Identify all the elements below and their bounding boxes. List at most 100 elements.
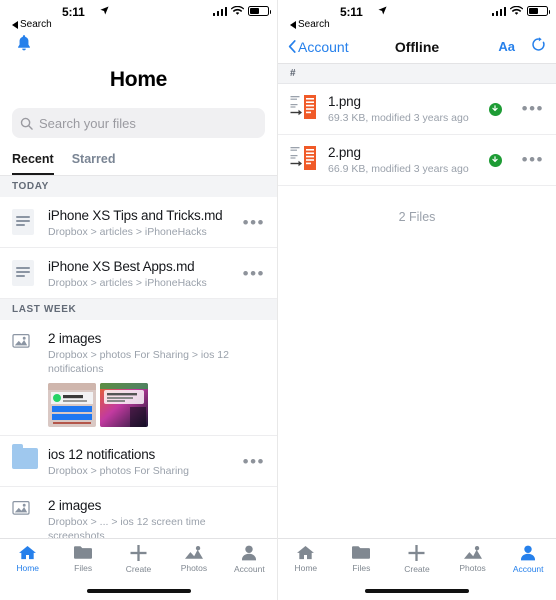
dropbox-home-screen: 5:11 Search Home Search your files Recen…: [0, 0, 278, 600]
tab-photos[interactable]: Photos: [445, 545, 501, 573]
text-size-button[interactable]: Aa: [498, 39, 515, 54]
table-row[interactable]: 1.png 69.3 KB, modified 3 years ago •••: [278, 84, 556, 135]
search-icon: [20, 117, 33, 130]
file-count-footer: 2 Files: [398, 210, 436, 224]
tab-home-label: Home: [16, 563, 40, 573]
tab-account[interactable]: Account: [222, 545, 277, 574]
back-to-account-button[interactable]: Account: [288, 39, 349, 55]
folder-path: Dropbox > photos For Sharing: [48, 465, 189, 477]
tab-home[interactable]: Home: [278, 545, 334, 573]
photos-stack-icon: [12, 330, 38, 353]
battery-icon: [527, 6, 550, 16]
file-name: 2 images: [48, 498, 102, 513]
list-item[interactable]: iPhone XS Tips and Tricks.md Dropbox > a…: [0, 197, 277, 248]
refresh-icon[interactable]: [531, 36, 546, 57]
home-icon: [297, 545, 315, 560]
home-indicator: [365, 589, 469, 593]
file-path: Dropbox > photos For Sharing > ios 12 no…: [48, 349, 229, 375]
home-tabs: Recent Starred: [0, 138, 277, 176]
location-arrow-icon: [378, 6, 387, 18]
bottom-tab-bar: Home Files Create Photos Account: [0, 538, 277, 600]
person-icon: [521, 545, 536, 561]
status-bar-time: 5:11: [340, 5, 363, 19]
list-item-body: iPhone XS Tips and Tricks.md Dropbox > a…: [48, 207, 237, 239]
file-name: 2 images: [48, 331, 102, 346]
list-item[interactable]: iPhone XS Best Apps.md Dropbox > article…: [0, 248, 277, 299]
status-bar-time: 5:11: [62, 5, 85, 19]
overflow-menu-button[interactable]: •••: [237, 453, 265, 470]
png-import-file-icon: [290, 145, 320, 176]
status-bar-back-label: Search: [20, 19, 52, 30]
photos-icon: [463, 546, 482, 559]
overflow-menu-button[interactable]: •••: [237, 265, 265, 282]
thumbnail-whatsapp-notification[interactable]: [48, 383, 96, 427]
list-item[interactable]: 2 images Dropbox > photos For Sharing > …: [0, 320, 277, 436]
tab-photos-label: Photos: [180, 563, 208, 573]
tab-files[interactable]: Files: [334, 545, 390, 573]
file-meta: 66.9 KB, modified 3 years ago: [328, 163, 469, 175]
thumbnail-iphone-xs-wallpaper[interactable]: [100, 383, 148, 427]
list-item-body: ios 12 notifications Dropbox > photos Fo…: [48, 446, 237, 478]
downloaded-offline-icon: [488, 153, 502, 167]
markdown-document-icon: [12, 258, 38, 286]
overflow-menu-button[interactable]: •••: [516, 100, 544, 117]
tab-starred[interactable]: Starred: [72, 152, 116, 175]
tab-create[interactable]: Create: [389, 545, 445, 574]
folder-icon: [74, 546, 93, 559]
status-bar-back-to-search[interactable]: Search: [290, 19, 330, 30]
list-item[interactable]: ios 12 notifications Dropbox > photos Fo…: [0, 436, 277, 487]
nav-actions: Aa: [498, 36, 546, 57]
wifi-icon: [510, 6, 523, 15]
tab-photos[interactable]: Photos: [166, 545, 221, 573]
page-title: Home: [109, 68, 168, 91]
tab-photos-label: Photos: [459, 563, 486, 573]
file-path: Dropbox > articles > iPhoneHacks: [48, 226, 207, 238]
status-bar-indicators: [491, 6, 550, 16]
dropbox-offline-files-screen: 5:11 Search Account Offline Aa # 1.png 6…: [278, 0, 556, 600]
tab-files[interactable]: Files: [55, 545, 110, 573]
section-header-today: TODAY: [0, 176, 277, 197]
status-bar: 5:11 Search: [0, 0, 277, 30]
home-indicator: [86, 589, 191, 593]
table-row[interactable]: 2.png 66.9 KB, modified 3 years ago •••: [278, 135, 556, 186]
folder-icon: [352, 546, 371, 559]
file-name: 2.png: [328, 145, 361, 160]
status-bar-indicators: [212, 6, 271, 16]
tab-recent[interactable]: Recent: [12, 152, 54, 175]
file-name: iPhone XS Best Apps.md: [48, 259, 195, 274]
tab-create-label: Create: [404, 564, 430, 574]
search-placeholder: Search your files: [39, 115, 136, 131]
table-row-body: 1.png 69.3 KB, modified 3 years ago: [328, 93, 489, 125]
downloaded-offline-icon: [488, 102, 502, 116]
back-triangle-icon: [290, 20, 296, 29]
thumbnail-strip: [48, 383, 265, 427]
cellular-signal-icon: [212, 6, 227, 16]
notification-bar: [0, 30, 277, 64]
back-triangle-icon: [12, 20, 18, 29]
list-item-body: iPhone XS Best Apps.md Dropbox > article…: [48, 258, 237, 290]
markdown-document-icon: [12, 207, 38, 235]
bottom-tab-bar: Home Files Create Photos Account: [278, 538, 556, 600]
overflow-menu-button[interactable]: •••: [516, 151, 544, 168]
search-input[interactable]: Search your files: [12, 108, 265, 138]
bell-icon[interactable]: [16, 34, 32, 57]
photos-stack-icon: [12, 497, 38, 520]
tab-account-label: Account: [512, 564, 544, 574]
tab-account[interactable]: Account: [500, 545, 556, 574]
chevron-left-icon: [288, 40, 296, 53]
location-arrow-icon: [100, 6, 109, 18]
tab-home[interactable]: Home: [0, 545, 55, 573]
plus-icon: [408, 545, 425, 561]
png-import-file-icon: [290, 94, 320, 125]
file-name: iPhone XS Tips and Tricks.md: [48, 208, 223, 223]
photos-icon: [184, 546, 203, 559]
battery-icon: [248, 6, 271, 16]
overflow-menu-button[interactable]: •••: [237, 214, 265, 231]
status-bar-back-label: Search: [298, 19, 330, 30]
folder-name: ios 12 notifications: [48, 447, 156, 462]
section-header-last-week: LAST WEEK: [0, 299, 277, 320]
file-path: Dropbox > articles > iPhoneHacks: [48, 277, 207, 289]
tab-create[interactable]: Create: [111, 545, 166, 574]
status-bar-back-to-search[interactable]: Search: [12, 19, 52, 30]
tab-account-label: Account: [233, 564, 265, 574]
